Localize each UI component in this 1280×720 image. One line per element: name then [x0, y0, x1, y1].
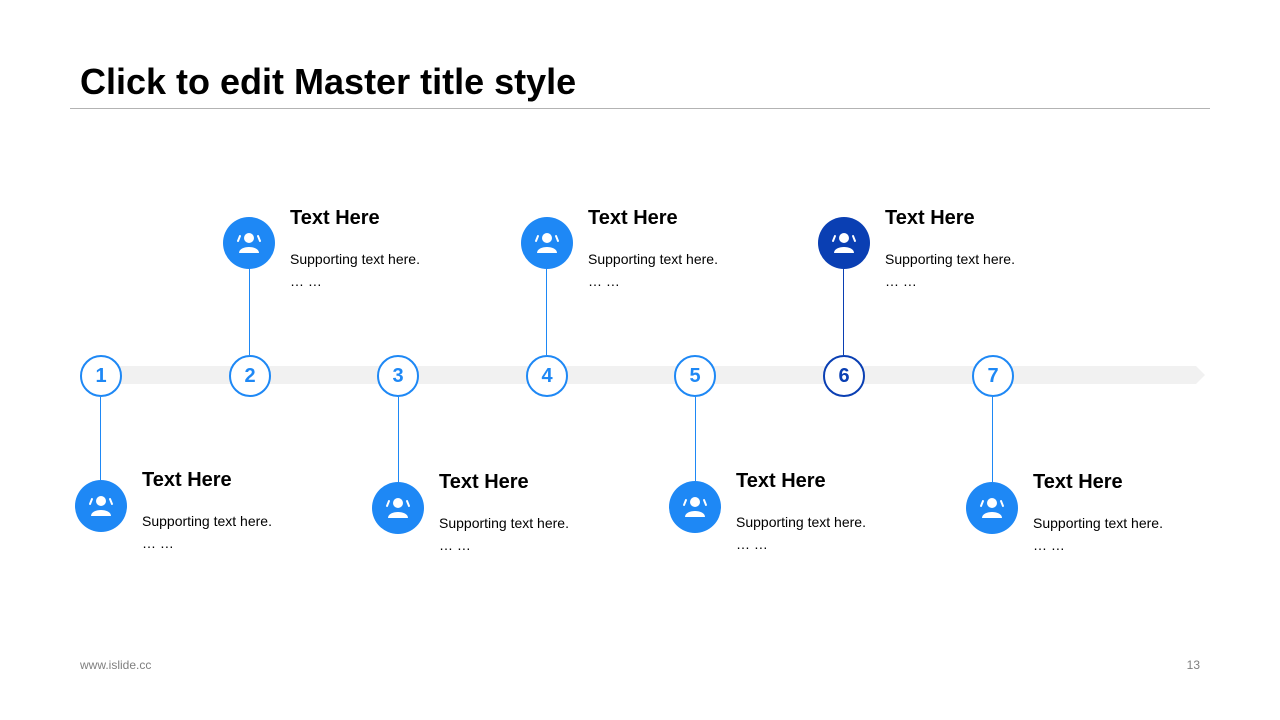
timeline-node-2[interactable]: 2 — [229, 355, 271, 397]
slide-title[interactable]: Click to edit Master title style — [80, 62, 576, 102]
badge-5[interactable] — [669, 481, 721, 533]
card-3[interactable]: Text Here Supporting text here. … … — [439, 470, 659, 556]
user-group-icon — [386, 498, 410, 518]
user-group-icon — [683, 497, 707, 517]
stem-3 — [398, 397, 399, 482]
card-body[interactable]: Supporting text here. … … — [885, 248, 1105, 292]
node-number: 3 — [392, 365, 404, 387]
timeline-node-4[interactable]: 4 — [526, 355, 568, 397]
user-group-icon — [832, 233, 856, 253]
timeline-arrow-tip — [1196, 366, 1205, 384]
user-group-icon — [89, 496, 113, 516]
card-7[interactable]: Text Here Supporting text here. … … — [1033, 470, 1253, 556]
node-number: 1 — [95, 365, 107, 387]
badge-7[interactable] — [966, 482, 1018, 534]
card-body-ellipsis: … … — [885, 273, 917, 289]
card-body-ellipsis: … … — [142, 535, 174, 551]
card-body[interactable]: Supporting text here. … … — [142, 510, 362, 554]
card-heading[interactable]: Text Here — [588, 206, 808, 230]
stem-1 — [100, 397, 101, 480]
card-body-ellipsis: … … — [736, 536, 768, 552]
badge-2[interactable] — [223, 217, 275, 269]
page-number: 13 — [1186, 658, 1200, 672]
stem-6 — [843, 268, 844, 355]
card-body[interactable]: Supporting text here. … … — [439, 512, 659, 556]
stem-7 — [992, 397, 993, 482]
node-number: 7 — [987, 365, 999, 387]
user-group-icon — [535, 233, 559, 253]
card-heading[interactable]: Text Here — [142, 468, 362, 492]
card-body[interactable]: Supporting text here. … … — [290, 248, 510, 292]
card-body-ellipsis: … … — [588, 273, 620, 289]
timeline-node-3[interactable]: 3 — [377, 355, 419, 397]
card-heading[interactable]: Text Here — [290, 206, 510, 230]
card-body-text: Supporting text here. — [290, 251, 420, 267]
user-group-icon — [980, 498, 1004, 518]
card-2[interactable]: Text Here Supporting text here. … … — [290, 206, 510, 292]
badge-6[interactable] — [818, 217, 870, 269]
card-4[interactable]: Text Here Supporting text here. … … — [588, 206, 808, 292]
card-5[interactable]: Text Here Supporting text here. … … — [736, 469, 956, 555]
card-body-text: Supporting text here. — [885, 251, 1015, 267]
card-body-ellipsis: … … — [290, 273, 322, 289]
node-number: 2 — [244, 365, 256, 387]
card-body-ellipsis: … … — [439, 537, 471, 553]
card-body-text: Supporting text here. — [439, 515, 569, 531]
card-body-text: Supporting text here. — [588, 251, 718, 267]
timeline-node-1[interactable]: 1 — [80, 355, 122, 397]
timeline-node-5[interactable]: 5 — [674, 355, 716, 397]
badge-4[interactable] — [521, 217, 573, 269]
footer-url: www.islide.cc — [80, 658, 152, 672]
card-body-text: Supporting text here. — [142, 513, 272, 529]
card-body-text: Supporting text here. — [736, 514, 866, 530]
card-heading[interactable]: Text Here — [439, 470, 659, 494]
timeline-node-6[interactable]: 6 — [823, 355, 865, 397]
timeline-node-7[interactable]: 7 — [972, 355, 1014, 397]
node-number: 6 — [838, 365, 850, 387]
stem-4 — [546, 268, 547, 355]
card-body-text: Supporting text here. — [1033, 515, 1163, 531]
title-divider — [70, 108, 1210, 109]
card-body[interactable]: Supporting text here. … … — [588, 248, 808, 292]
node-number: 5 — [689, 365, 701, 387]
badge-3[interactable] — [372, 482, 424, 534]
stem-2 — [249, 268, 250, 355]
card-6[interactable]: Text Here Supporting text here. … … — [885, 206, 1105, 292]
card-heading[interactable]: Text Here — [885, 206, 1105, 230]
card-body-ellipsis: … … — [1033, 537, 1065, 553]
card-body[interactable]: Supporting text here. … … — [1033, 512, 1253, 556]
stem-5 — [695, 397, 696, 481]
user-group-icon — [237, 233, 261, 253]
badge-1[interactable] — [75, 480, 127, 532]
node-number: 4 — [541, 365, 553, 387]
card-heading[interactable]: Text Here — [1033, 470, 1253, 494]
card-1[interactable]: Text Here Supporting text here. … … — [142, 468, 362, 554]
card-body[interactable]: Supporting text here. … … — [736, 511, 956, 555]
card-heading[interactable]: Text Here — [736, 469, 956, 493]
